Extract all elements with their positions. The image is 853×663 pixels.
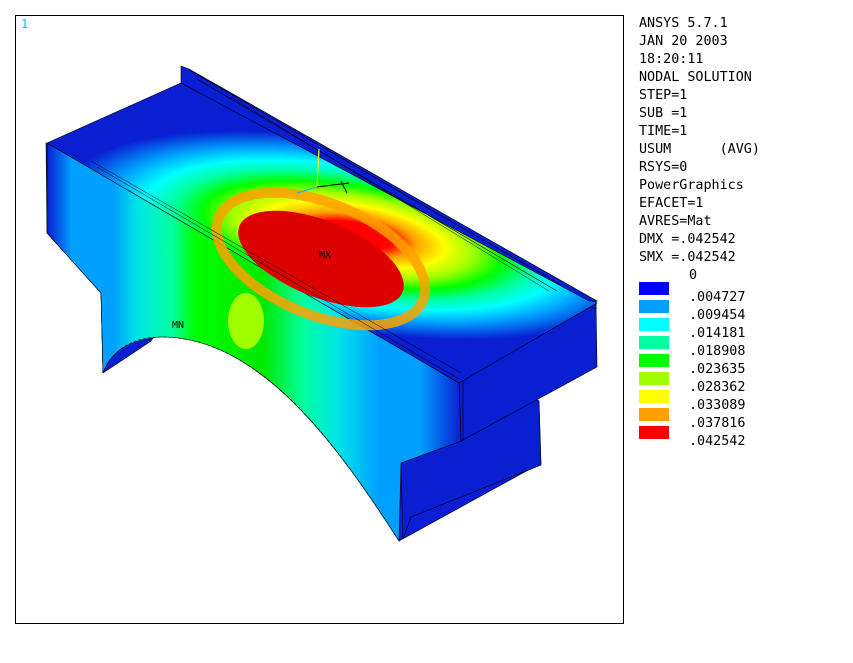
legend-value: .009454 bbox=[689, 308, 746, 323]
dmx-value: DMX =.042542 bbox=[639, 232, 736, 247]
legend-swatch bbox=[639, 408, 669, 421]
time-value: TIME=1 bbox=[639, 124, 688, 139]
legend-value: .028362 bbox=[689, 380, 746, 395]
web-green-patch bbox=[228, 293, 264, 349]
run-date: JAN 20 2003 bbox=[639, 34, 728, 49]
legend-value: .018908 bbox=[689, 344, 746, 359]
legend-swatch bbox=[639, 390, 669, 403]
legend-value: .033089 bbox=[689, 398, 746, 413]
step-value: STEP=1 bbox=[639, 88, 688, 103]
min-marker: MN bbox=[172, 320, 184, 331]
contour-plot: MX MN bbox=[45, 65, 599, 542]
legend-min-label: 0 bbox=[689, 268, 698, 283]
legend-value: .023635 bbox=[689, 362, 746, 377]
legend-swatch bbox=[639, 336, 669, 349]
legend-swatch bbox=[639, 282, 669, 295]
efacet-value: EFACET=1 bbox=[639, 196, 704, 211]
max-marker: MX bbox=[319, 250, 331, 261]
product-version: ANSYS 5.7.1 bbox=[639, 16, 728, 31]
result-item: USUM (AVG) bbox=[639, 142, 760, 157]
graphics-viewport[interactable]: 1 MX MN bbox=[15, 15, 624, 624]
run-time: 18:20:11 bbox=[639, 52, 704, 67]
smx-value: SMX =.042542 bbox=[639, 250, 736, 265]
legend-value: .014181 bbox=[689, 326, 746, 341]
graphics-mode: PowerGraphics bbox=[639, 178, 744, 193]
substep-value: SUB =1 bbox=[639, 106, 688, 121]
legend-swatch bbox=[639, 372, 669, 385]
legend-value: .042542 bbox=[689, 434, 746, 449]
legend-swatch bbox=[639, 426, 669, 439]
legend-swatch bbox=[639, 300, 669, 313]
legend-value: .037816 bbox=[689, 416, 746, 431]
rsys-value: RSYS=0 bbox=[639, 160, 688, 175]
legend-swatch bbox=[639, 318, 669, 331]
avres-value: AVRES=Mat bbox=[639, 214, 712, 229]
legend-swatch bbox=[639, 354, 669, 367]
plot-type: NODAL SOLUTION bbox=[639, 70, 752, 85]
legend-value: .004727 bbox=[689, 290, 746, 305]
